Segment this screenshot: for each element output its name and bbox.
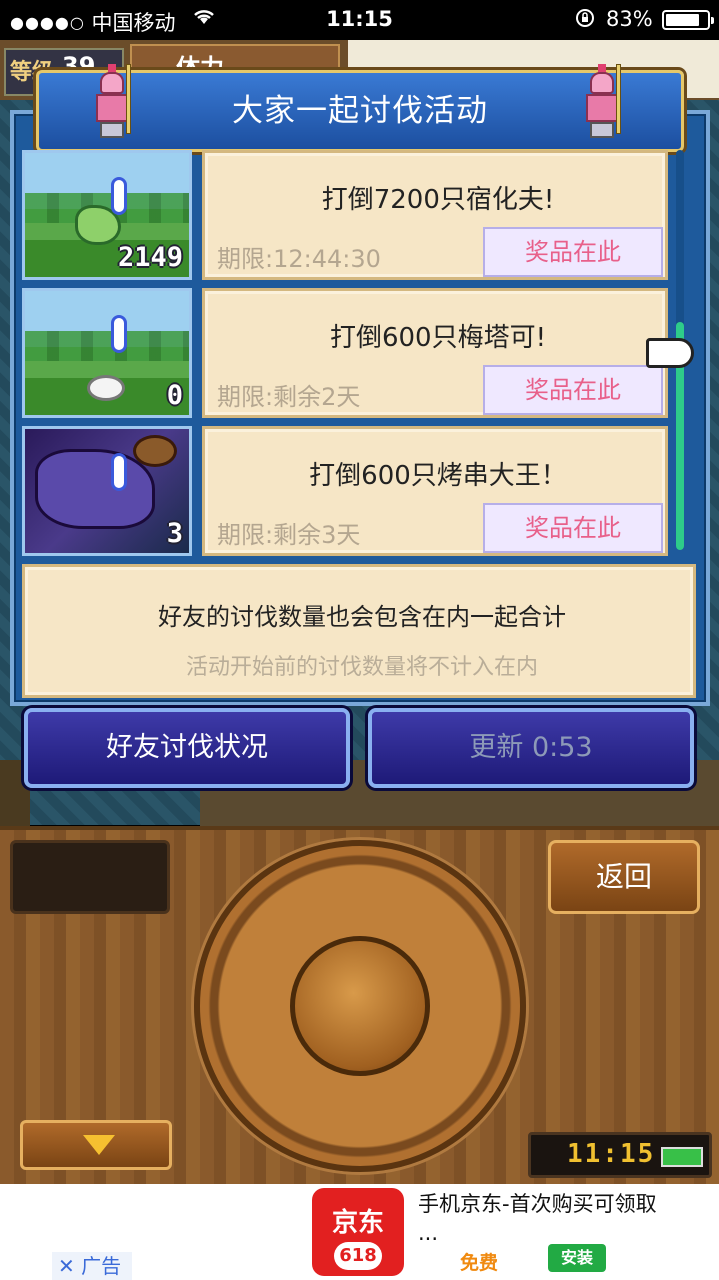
back-button[interactable]: 返回	[548, 840, 700, 914]
exclamation-icon	[111, 177, 127, 215]
controller-slot	[10, 840, 170, 914]
task-text: 打倒600只烤串大王！	[309, 461, 567, 491]
ad-price: 免费	[460, 1252, 499, 1274]
reward-button[interactable]: 奖品在此	[483, 503, 663, 553]
task-text: 打倒600只梅塔可!	[329, 323, 547, 353]
pointing-hand-icon	[646, 338, 694, 368]
notice-line-primary: 好友的讨伐数量也会包含在内一起合计	[158, 603, 566, 631]
exclamation-icon	[111, 315, 127, 353]
task-card: 打倒600只烤串大王！ 期限:剩余3天 奖品在此	[202, 426, 668, 556]
rotation-lock-icon	[574, 7, 596, 34]
task-row: 3 打倒600只烤串大王！ 期限:剩余3天 奖品在此	[22, 426, 670, 556]
task-text: 打倒7200只宿化夫!	[321, 185, 555, 215]
menu-down-button[interactable]	[20, 1120, 172, 1170]
reward-button[interactable]: 奖品在此	[483, 227, 663, 277]
monster-thumbnail: 0	[22, 288, 192, 418]
kill-count: 2149	[117, 242, 183, 273]
task-card: 打倒600只梅塔可! 期限:剩余2天 奖品在此	[202, 288, 668, 418]
notice-line-secondary: 活动开始前的讨伐数量将不计入在内	[185, 655, 538, 680]
task-deadline: 期限:剩余3天	[217, 521, 361, 549]
friend-status-button[interactable]: 好友讨伐状况	[24, 708, 350, 788]
task-card: 打倒7200只宿化夫! 期限:12:44:30 奖品在此	[202, 150, 668, 280]
game-battery-icon	[661, 1147, 703, 1167]
game-clock-time: 11:15	[567, 1139, 656, 1169]
ad-logo-sub: 618	[334, 1242, 382, 1270]
task-deadline: 期限:剩余2天	[217, 383, 361, 411]
ad-close-button[interactable]: ✕ 广告	[52, 1252, 132, 1280]
notice-box: 好友的讨伐数量也会包含在内一起合计 活动开始前的讨伐数量将不计入在内	[22, 564, 696, 698]
refresh-button[interactable]: 更新 0:53	[368, 708, 694, 788]
reward-button[interactable]: 奖品在此	[483, 365, 663, 415]
kill-count: 3	[166, 518, 183, 549]
jd-logo: 京东 618	[312, 1188, 404, 1276]
monster-thumbnail: 2149	[22, 150, 192, 280]
battery-fill	[666, 14, 699, 26]
game-clock: 11:15	[528, 1132, 712, 1178]
monster-thumbnail: 3	[22, 426, 192, 556]
event-title: 大家一起讨伐活动	[232, 93, 488, 129]
ad-title: 手机京东-首次购买可领取 ...	[418, 1192, 657, 1245]
ad-install-button[interactable]: 安装	[548, 1244, 606, 1272]
dpad-center-button[interactable]	[290, 936, 430, 1076]
battery-icon	[662, 10, 714, 30]
ad-logo-name: 京东	[331, 1208, 384, 1238]
dragon-head-icon	[133, 435, 177, 467]
exclamation-icon	[111, 453, 127, 491]
bunny-monster-icon	[87, 375, 125, 401]
ad-label: 广告	[81, 1254, 122, 1278]
task-deadline: 期限:12:44:30	[217, 245, 381, 273]
task-list[interactable]: 2149 打倒7200只宿化夫! 期限:12:44:30 奖品在此 0 打倒60…	[22, 150, 670, 560]
status-bar: ●●●●○ 中国移动 11:15 83%	[0, 0, 719, 40]
battery-percent: 83%	[606, 7, 653, 31]
arrow-down-icon	[83, 1135, 115, 1155]
task-row: 0 打倒600只梅塔可! 期限:剩余2天 奖品在此	[22, 288, 670, 418]
task-row: 2149 打倒7200只宿化夫! 期限:12:44:30 奖品在此	[22, 150, 670, 280]
kill-count: 0	[166, 380, 183, 411]
